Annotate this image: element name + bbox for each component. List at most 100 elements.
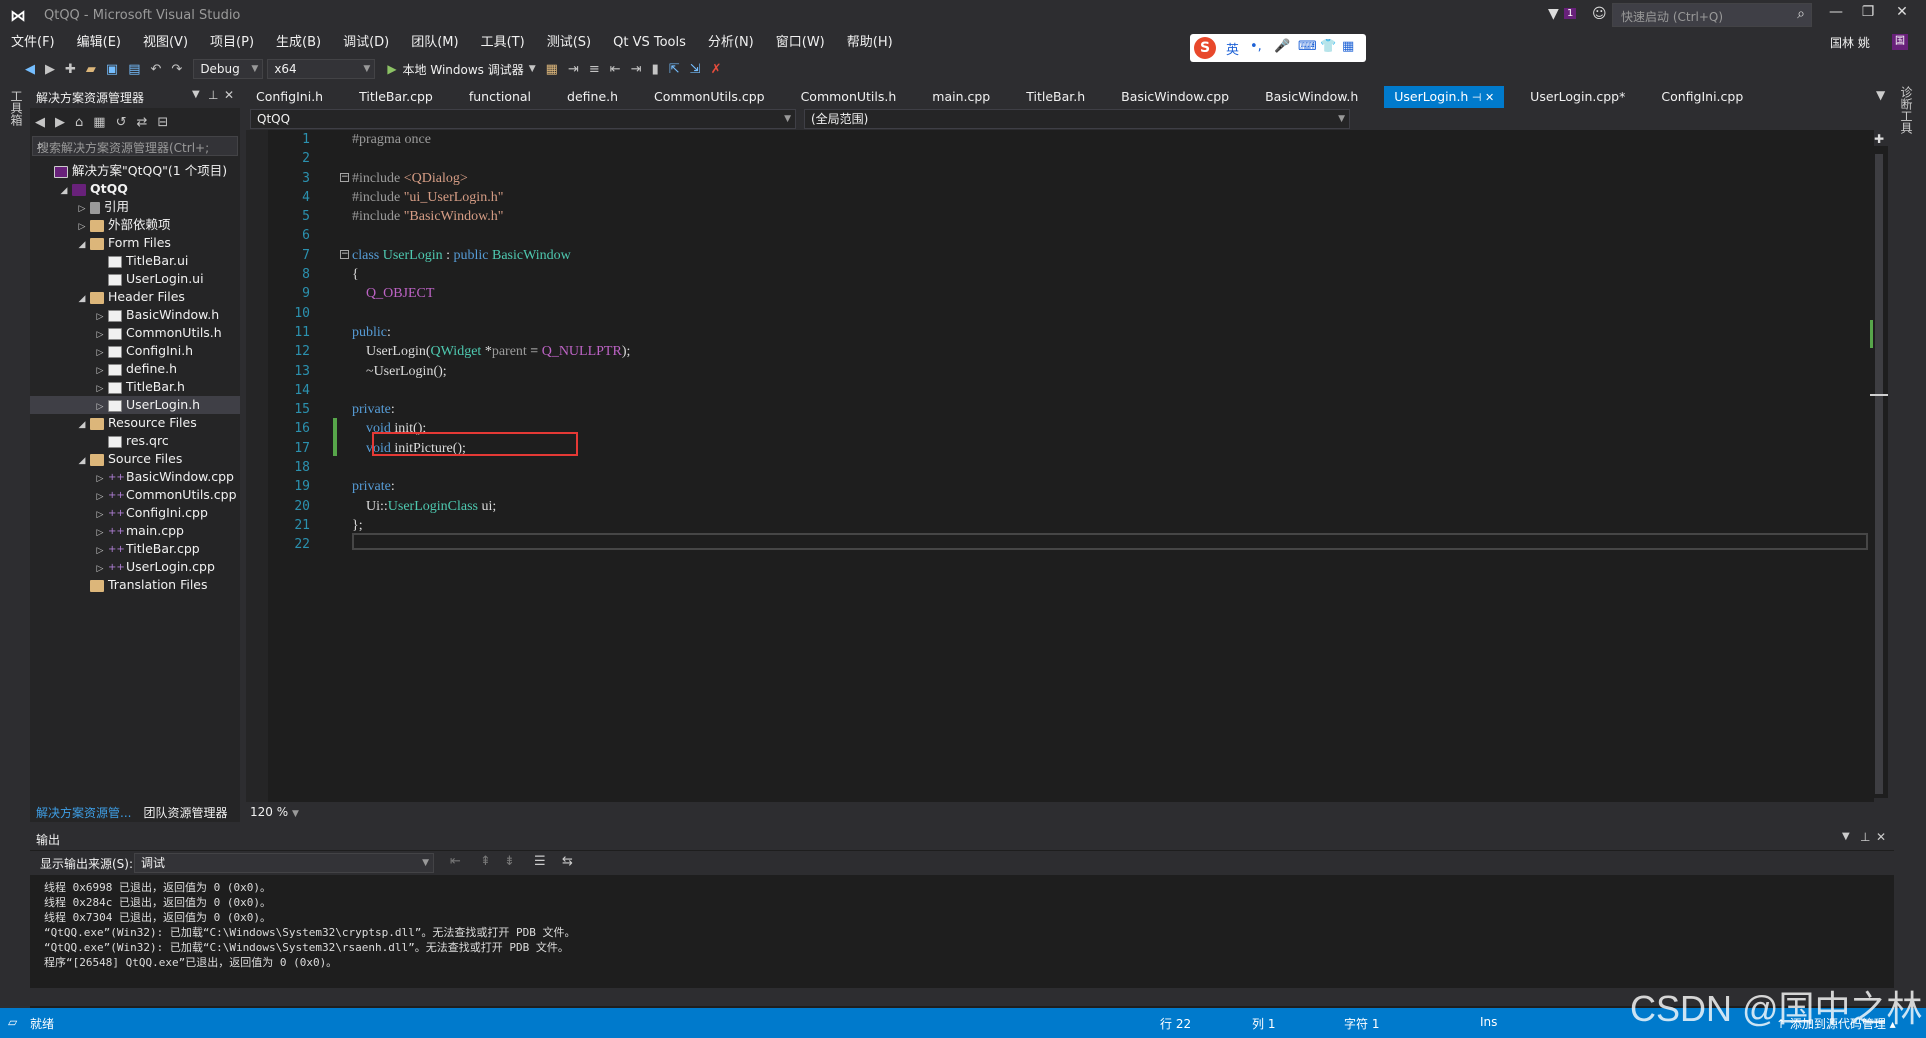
toolbox-tab[interactable]: 工具箱 — [8, 90, 25, 126]
tree-item[interactable]: ▷ 外部依赖项 — [30, 216, 240, 234]
save-all-icon[interactable]: ▤ — [123, 62, 145, 77]
tree-item[interactable]: UserLogin.ui — [30, 270, 240, 288]
tree-item[interactable]: ▷ 引用 — [30, 198, 240, 216]
tree-item[interactable]: 解决方案"QtQQ"(1 个项目) — [30, 162, 240, 180]
tree-item[interactable]: ▷ ++UserLogin.cpp — [30, 558, 240, 576]
menu-item[interactable]: 团队(M) — [400, 32, 469, 54]
collapse-arrow-icon[interactable]: ◢ — [58, 182, 70, 200]
tab-document[interactable]: TitleBar.h — [1016, 86, 1095, 108]
diagnostic-tools-tab[interactable]: 诊断工具 — [1898, 86, 1915, 134]
zoom-select[interactable]: 120 % ▼ — [250, 805, 299, 819]
collapse-arrow-icon[interactable]: ◢ — [76, 290, 88, 308]
collapse-all-icon[interactable]: ⊟ — [152, 115, 173, 130]
code-line[interactable]: #include "BasicWindow.h" — [352, 207, 1872, 226]
code-line[interactable]: Ui::UserLoginClass ui; — [352, 497, 1872, 516]
prev-bookmark-icon[interactable]: ⇱ — [664, 62, 685, 77]
code-line[interactable]: Q_OBJECT — [352, 284, 1872, 303]
pin-tab-icon[interactable]: ⊣ — [1468, 91, 1482, 104]
user-name[interactable]: 国林 姚 — [1830, 34, 1870, 51]
code-line[interactable] — [352, 149, 1872, 168]
back-icon[interactable]: ◀ — [30, 115, 50, 130]
toggle-word-wrap-icon[interactable]: ⇆ — [562, 854, 573, 869]
code-line[interactable]: UserLogin(QWidget *parent = Q_NULLPTR); — [352, 342, 1872, 361]
output-close-icon[interactable]: ✕ — [1876, 830, 1886, 844]
menu-item[interactable]: 编辑(E) — [66, 32, 132, 54]
bookmark-icon[interactable]: ▮ — [647, 62, 664, 77]
tab-team-explorer[interactable]: 团队资源管理器 — [137, 803, 233, 823]
tree-item[interactable]: ▷ ConfigIni.h — [30, 342, 240, 360]
code-line[interactable]: #include <QDialog> — [352, 169, 1872, 188]
code-line[interactable]: void initPicture(); — [352, 439, 1872, 458]
tree-item[interactable]: ▷ TitleBar.h — [30, 378, 240, 396]
tree-item[interactable]: ▷ UserLogin.h — [30, 396, 240, 414]
start-debugging-icon[interactable]: ▶ — [387, 62, 396, 76]
code-line[interactable] — [352, 381, 1872, 400]
tree-item[interactable]: ▷ ++main.cpp — [30, 522, 240, 540]
code-line[interactable]: private: — [352, 400, 1872, 419]
tree-item[interactable]: ◢ Header Files — [30, 288, 240, 306]
code-line[interactable] — [352, 458, 1872, 477]
open-file-icon[interactable]: ▰ — [81, 62, 101, 77]
tree-item[interactable]: ◢ Resource Files — [30, 414, 240, 432]
code-text[interactable]: #pragma once #include <QDialog> #include "… — [352, 130, 1872, 555]
skin-icon[interactable]: 👕 — [1320, 39, 1336, 54]
code-line[interactable]: class UserLogin : public BasicWindow — [352, 246, 1872, 265]
tree-item[interactable]: ▷ CommonUtils.h — [30, 324, 240, 342]
tab-document[interactable]: BasicWindow.cpp — [1111, 86, 1239, 108]
output-text[interactable]: 线程 0x6998 已退出，返回值为 0 (0x0)。 线程 0x284c 已退出… — [44, 880, 576, 970]
code-line[interactable]: #pragma once — [352, 130, 1872, 149]
indent-icon[interactable]: ⇥ — [626, 62, 647, 77]
tree-item[interactable]: ◢ Form Files — [30, 234, 240, 252]
redo-icon[interactable]: ↷ — [166, 62, 187, 77]
history-icon[interactable]: ↺ — [111, 115, 132, 130]
home-icon[interactable]: ⌂ — [70, 115, 88, 130]
code-line[interactable] — [352, 535, 1872, 554]
collapse-class-icon[interactable]: − — [340, 250, 349, 259]
next-bookmark-icon[interactable]: ⇲ — [685, 62, 706, 77]
tab-document[interactable]: BasicWindow.h — [1255, 86, 1368, 108]
dropdown-arrow-icon[interactable]: ▼ — [524, 64, 541, 74]
keyboard-icon[interactable]: ⌨ — [1298, 39, 1317, 54]
output-vertical-scrollbar[interactable] — [1870, 876, 1888, 986]
sync-icon[interactable]: ⇄ — [131, 115, 152, 130]
menu-item[interactable]: 帮助(H) — [836, 32, 904, 54]
tree-item[interactable]: ◢ QtQQ — [30, 180, 240, 198]
menu-item[interactable]: 调试(D) — [332, 32, 400, 54]
back-icon[interactable]: ◀ — [20, 62, 40, 77]
tree-item[interactable]: ▷ ++ConfigIni.cpp — [30, 504, 240, 522]
tab-document[interactable]: ConfigIni.h — [246, 86, 333, 108]
collapse-arrow-icon[interactable]: ◢ — [76, 452, 88, 470]
tab-document[interactable]: CommonUtils.h — [791, 86, 907, 108]
new-project-icon[interactable]: ✚ — [60, 62, 81, 77]
tree-item[interactable]: ◢ Source Files — [30, 450, 240, 468]
panel-menu-icon[interactable]: ▼ — [192, 89, 200, 100]
feedback-icon[interactable]: ☺ — [1592, 6, 1607, 22]
menu-item[interactable]: Qt VS Tools — [602, 32, 697, 54]
output-horizontal-scrollbar[interactable] — [30, 988, 1894, 1006]
punctuation-icon[interactable]: •, — [1250, 39, 1262, 54]
code-line[interactable]: ~UserLogin(); — [352, 362, 1872, 381]
tree-item[interactable]: ▷ ++TitleBar.cpp — [30, 540, 240, 558]
forward-icon[interactable]: ▶ — [50, 115, 70, 130]
collapse-include-icon[interactable]: − — [340, 173, 349, 182]
next-message-icon[interactable]: ⇟ — [504, 854, 515, 869]
collapse-arrow-icon[interactable]: ◢ — [76, 236, 88, 254]
tab-document[interactable]: TitleBar.cpp — [349, 86, 443, 108]
menu-item[interactable]: 视图(V) — [132, 32, 199, 54]
pin-icon[interactable]: ⊥ — [208, 88, 218, 102]
step-icon[interactable]: ⇥ — [563, 62, 584, 77]
tab-document[interactable]: define.h — [557, 86, 628, 108]
output-source-select[interactable]: 调试 ▼ — [134, 853, 434, 873]
code-line[interactable]: #include "ui_UserLogin.h" — [352, 188, 1872, 207]
output-pin-icon[interactable]: ⊥ — [1860, 830, 1870, 844]
quick-launch-input[interactable]: 快速启动 (Ctrl+Q) ⌕ — [1612, 3, 1812, 27]
tab-document[interactable]: UserLogin.cpp* — [1520, 86, 1635, 108]
split-editor-icon[interactable]: ✚ — [1874, 132, 1884, 146]
code-line[interactable]: { — [352, 265, 1872, 284]
tab-overflow-icon[interactable]: ▼ — [1876, 88, 1885, 102]
close-window-button[interactable]: ✕ — [1888, 4, 1916, 26]
clear-bookmarks-icon[interactable]: ✗ — [706, 62, 727, 77]
undo-icon[interactable]: ↶ — [146, 62, 167, 77]
output-menu-icon[interactable]: ▼ — [1842, 831, 1850, 842]
filter-icon[interactable]: ▼ — [1548, 6, 1559, 22]
